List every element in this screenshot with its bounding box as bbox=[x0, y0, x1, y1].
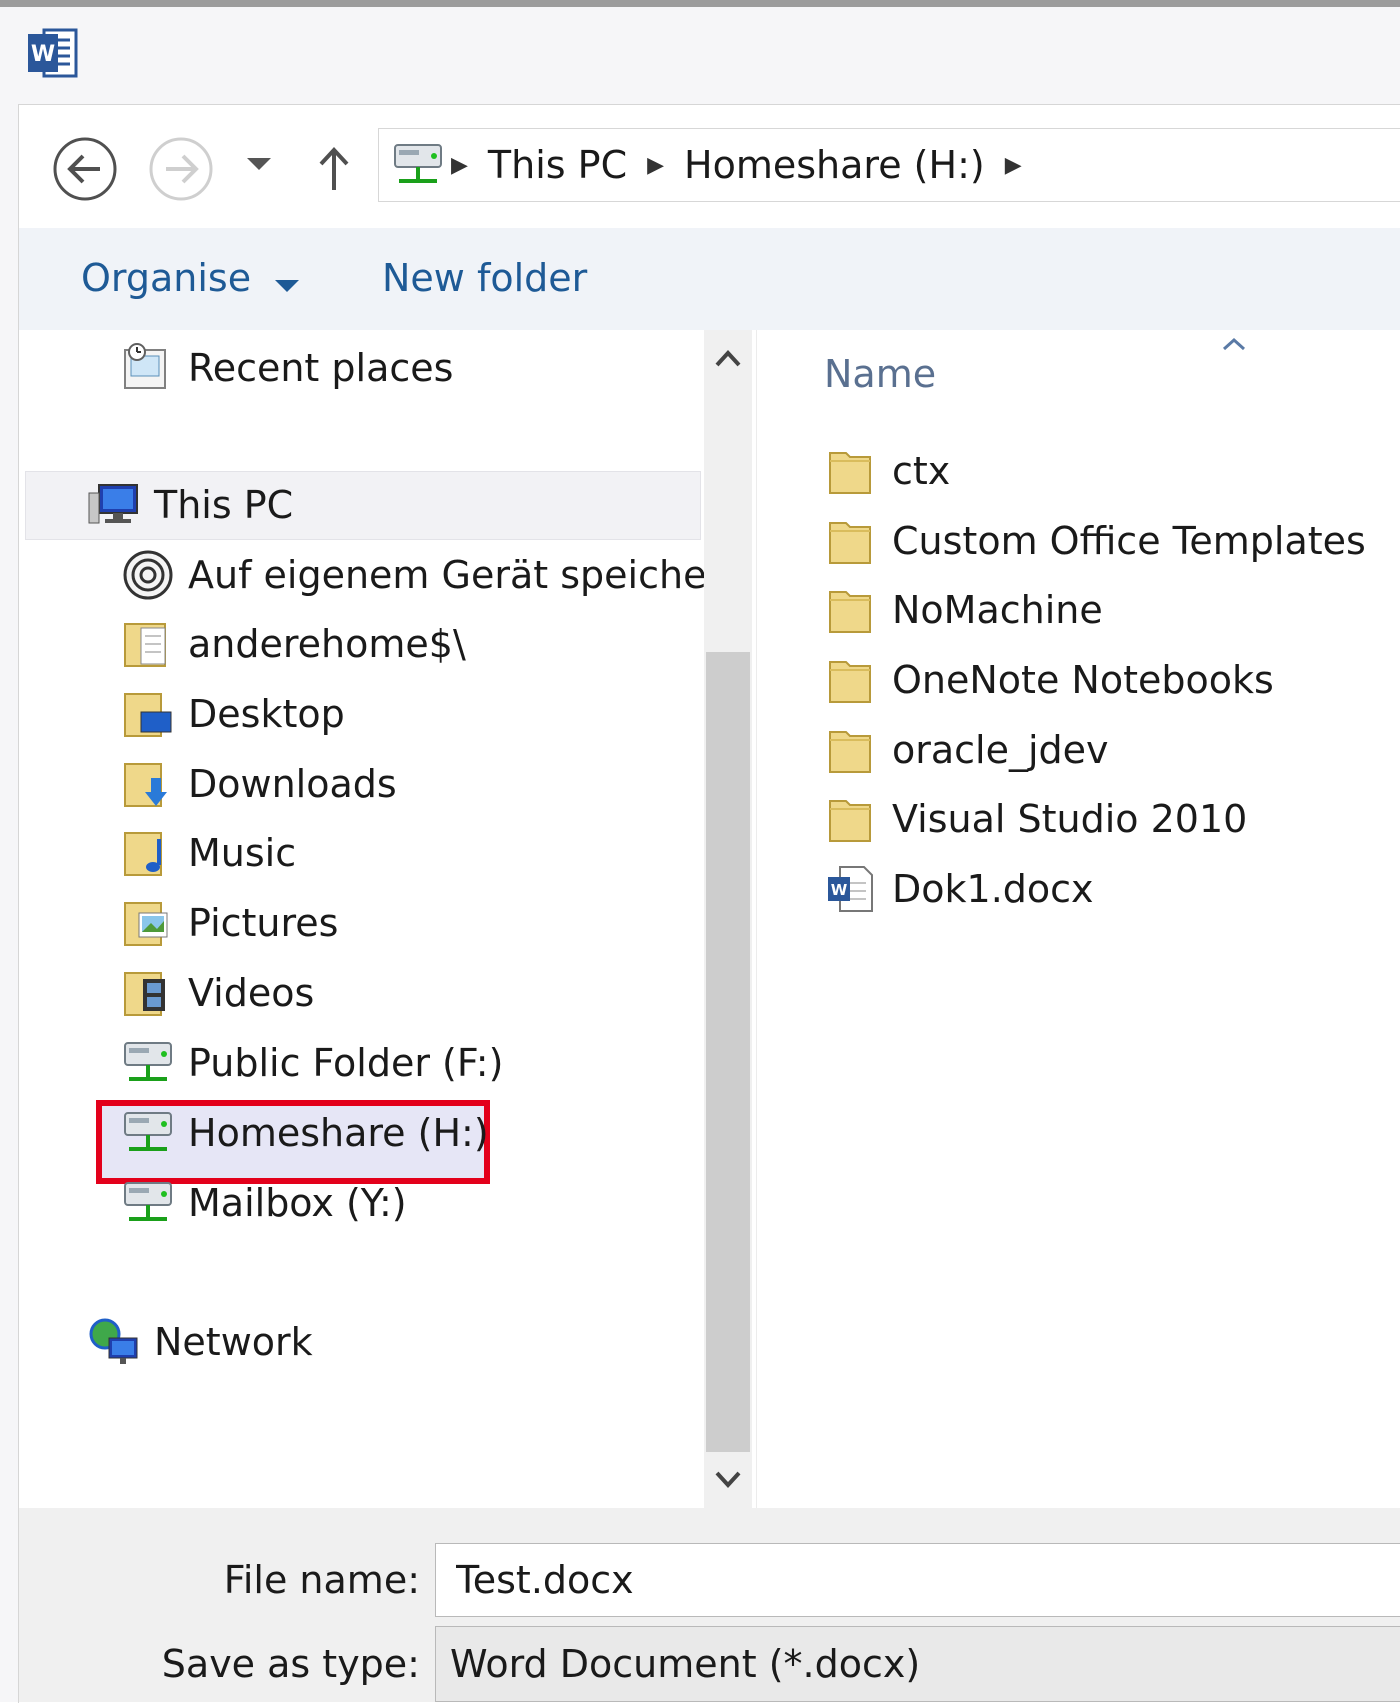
save-as-type-label: Save as type: bbox=[161, 1642, 420, 1686]
recent-places-icon bbox=[120, 342, 176, 394]
videos-folder-icon bbox=[120, 967, 176, 1019]
toolbar: Organise New folder bbox=[19, 228, 1400, 330]
nav-label: Videos bbox=[188, 971, 315, 1015]
device-save-icon bbox=[120, 549, 176, 601]
column-header-name[interactable]: Name bbox=[824, 352, 936, 396]
file-name: Dok1.docx bbox=[892, 867, 1094, 911]
file-name: Visual Studio 2010 bbox=[892, 797, 1248, 841]
file-name: Custom Office Templates bbox=[892, 519, 1366, 563]
address-bar[interactable]: ▶ This PC ▶ Homeshare (H:) ▶ bbox=[378, 128, 1400, 202]
downloads-folder-icon bbox=[120, 758, 176, 810]
window-left-margin bbox=[0, 104, 18, 1702]
nav-item-pictures[interactable]: Pictures bbox=[120, 897, 338, 949]
folder-icon bbox=[826, 724, 876, 776]
nav-label: Mailbox (Y:) bbox=[188, 1181, 407, 1225]
new-folder-button[interactable]: New folder bbox=[382, 256, 587, 300]
desktop-folder-icon bbox=[120, 688, 176, 740]
computer-icon bbox=[86, 479, 142, 531]
forward-arrow-icon[interactable] bbox=[146, 134, 216, 204]
file-name: NoMachine bbox=[892, 588, 1103, 632]
nav-label: Public Folder (F:) bbox=[188, 1041, 504, 1085]
network-drive-icon bbox=[120, 1177, 176, 1229]
breadcrumb-chevron-icon[interactable]: ▶ bbox=[1005, 153, 1022, 178]
nav-label: Pictures bbox=[188, 901, 339, 945]
nav-item-mailbox[interactable]: Mailbox (Y:) bbox=[120, 1177, 407, 1229]
svg-text:W: W bbox=[31, 42, 55, 67]
up-arrow-icon[interactable] bbox=[314, 140, 354, 196]
scroll-up-icon[interactable] bbox=[714, 348, 742, 372]
save-as-type-select[interactable]: Word Document (*.docx) bbox=[435, 1626, 1400, 1702]
list-item[interactable]: oracle_jdev bbox=[826, 724, 1109, 776]
folder-icon bbox=[826, 515, 876, 567]
word-document-icon: W bbox=[826, 863, 876, 915]
nav-label: Recent places bbox=[188, 346, 454, 390]
file-name-label: File name: bbox=[223, 1558, 420, 1602]
file-name: ctx bbox=[892, 449, 951, 493]
nav-label: Homeshare (H:) bbox=[188, 1111, 489, 1155]
list-item[interactable]: W Dok1.docx bbox=[826, 863, 1094, 915]
nav-label: Network bbox=[154, 1320, 313, 1364]
nav-recent-places[interactable]: Recent places bbox=[120, 342, 453, 394]
svg-text:W: W bbox=[831, 881, 848, 899]
pictures-folder-icon bbox=[120, 897, 176, 949]
nav-item-homeshare[interactable]: Homeshare (H:) bbox=[120, 1107, 489, 1159]
nav-label: This PC bbox=[154, 483, 294, 527]
nav-label: anderehome$\ bbox=[188, 622, 466, 666]
nav-item-desktop[interactable]: Desktop bbox=[120, 688, 345, 740]
network-drive-icon bbox=[120, 1107, 176, 1159]
network-drive-icon bbox=[391, 141, 445, 189]
network-drive-icon bbox=[120, 1037, 176, 1089]
list-item[interactable]: Visual Studio 2010 bbox=[826, 793, 1247, 845]
organise-button[interactable]: Organise bbox=[81, 256, 300, 303]
nav-network[interactable]: Network bbox=[86, 1316, 313, 1368]
nav-this-pc[interactable]: This PC bbox=[86, 479, 293, 531]
nav-label: Desktop bbox=[188, 692, 345, 736]
list-item[interactable]: NoMachine bbox=[826, 584, 1103, 636]
breadcrumb-this-pc[interactable]: This PC bbox=[468, 143, 647, 187]
nav-item-anderehome[interactable]: anderehome$\ bbox=[120, 618, 466, 670]
folder-icon bbox=[826, 584, 876, 636]
music-folder-icon bbox=[120, 827, 176, 879]
network-icon bbox=[86, 1316, 142, 1368]
title-bar bbox=[0, 7, 1400, 104]
organise-label: Organise bbox=[81, 256, 252, 300]
word-icon: W bbox=[26, 26, 80, 80]
nav-item-downloads[interactable]: Downloads bbox=[120, 758, 397, 810]
scroll-down-icon[interactable] bbox=[714, 1470, 742, 1494]
folder-icon bbox=[826, 654, 876, 706]
file-name: oracle_jdev bbox=[892, 728, 1109, 772]
folder-doc-icon bbox=[120, 618, 176, 670]
file-name: OneNote Notebooks bbox=[892, 658, 1274, 702]
dropdown-chevron-icon bbox=[275, 259, 300, 303]
nav-item-music[interactable]: Music bbox=[120, 827, 296, 879]
dropdown-chevron-icon[interactable] bbox=[244, 150, 274, 180]
folder-icon bbox=[826, 793, 876, 845]
nav-item-public-folder[interactable]: Public Folder (F:) bbox=[120, 1037, 503, 1089]
nav-item-videos[interactable]: Videos bbox=[120, 967, 314, 1019]
breadcrumb-homeshare[interactable]: Homeshare (H:) bbox=[664, 143, 1005, 187]
sort-ascending-icon bbox=[1222, 336, 1246, 355]
list-item[interactable]: Custom Office Templates bbox=[826, 515, 1366, 567]
folder-icon bbox=[826, 445, 876, 497]
nav-item-auf-eigenem-geraet[interactable]: Auf eigenem Gerät speichern bbox=[120, 549, 746, 601]
nav-label: Music bbox=[188, 831, 297, 875]
file-name-input[interactable] bbox=[435, 1543, 1400, 1617]
breadcrumb-chevron-icon[interactable]: ▶ bbox=[451, 153, 468, 178]
scrollbar-thumb[interactable] bbox=[706, 652, 750, 1452]
breadcrumb-chevron-icon[interactable]: ▶ bbox=[647, 153, 664, 178]
nav-label: Auf eigenem Gerät speichern bbox=[188, 553, 746, 597]
file-list-pane bbox=[756, 330, 1400, 1508]
back-arrow-icon[interactable] bbox=[50, 134, 120, 204]
list-item[interactable]: ctx bbox=[826, 445, 950, 497]
nav-label: Downloads bbox=[188, 762, 397, 806]
list-item[interactable]: OneNote Notebooks bbox=[826, 654, 1274, 706]
window-top-border bbox=[0, 0, 1400, 7]
